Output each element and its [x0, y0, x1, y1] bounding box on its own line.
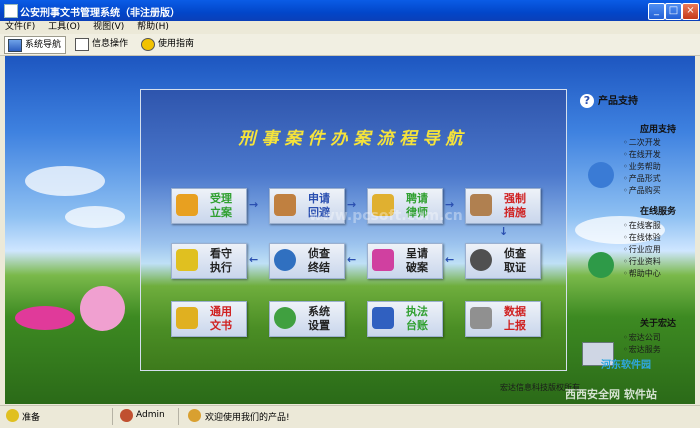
nav-button-label: 侦查 取证 [504, 247, 526, 274]
link-online-trial[interactable]: 在线体验 [623, 232, 661, 243]
nav-button-data-report[interactable]: 数据 上报 [465, 301, 541, 337]
link-product-form[interactable]: 产品形式 [623, 173, 661, 184]
flow-arrow: ← [249, 253, 259, 266]
nav-panel: 刑事案件办案流程导航 受理 立案 → 申请 回避 → 聘请 律师 → 强制 措施… [140, 89, 567, 371]
music-note-icon [372, 249, 394, 271]
minimize-button[interactable]: _ [648, 3, 665, 20]
status-separator [112, 408, 113, 425]
status-separator [178, 408, 179, 425]
flow-arrow: ← [445, 253, 455, 266]
main-area: 刑事案件办案流程导航 受理 立案 → 申请 回避 → 聘请 律师 → 强制 措施… [5, 56, 695, 404]
nav-button-label: 数据 上报 [504, 305, 526, 332]
flower-decoration [80, 286, 125, 331]
section-app-support: 应用支持 [640, 125, 677, 135]
flow-arrow: → [249, 198, 259, 211]
refresh-arrow-icon [588, 162, 614, 188]
link-company[interactable]: 宏达公司 [623, 332, 661, 343]
nav-icon [8, 39, 22, 52]
sidebar-title: ? 产品支持 [580, 92, 690, 108]
tab-bar: 系统导航 信息操作 使用指南 [0, 34, 700, 56]
globe-icon [588, 252, 614, 278]
section-about: 关于宏达 [640, 319, 677, 329]
tab-label: 系统导航 [25, 40, 62, 50]
gears-icon [274, 307, 296, 329]
title-bar: 公安刑事文书管理系统（非注册版） _ □ × [0, 0, 700, 21]
menu-file[interactable]: 文件(F) [0, 21, 40, 34]
status-bar: 准备 Admin 欢迎使用我们的产品! [0, 405, 700, 428]
info-bulb-icon [188, 409, 201, 422]
info-icon [75, 38, 89, 51]
nav-button-accept-case[interactable]: 受理 立案 [171, 188, 247, 224]
close-button[interactable]: × [682, 3, 699, 20]
user-icon [120, 409, 133, 422]
tab-label: 信息操作 [92, 39, 129, 49]
watermark: 河东软件园 [601, 360, 651, 371]
sidebar-title-label: 产品支持 [598, 96, 638, 107]
flow-arrow: ← [347, 253, 357, 266]
link-help-center[interactable]: 帮助中心 [623, 268, 661, 279]
magnifier-icon [470, 249, 492, 271]
nav-button-coercive-measures[interactable]: 强制 措施 [465, 188, 541, 224]
question-icon: ? [580, 94, 594, 108]
nav-button-system-settings[interactable]: 系统 设置 [269, 301, 345, 337]
flow-arrow: ↓ [499, 225, 509, 238]
link-business-help[interactable]: 业务帮助 [623, 161, 661, 172]
nav-button-law-ledger[interactable]: 执法 台账 [367, 301, 443, 337]
menu-help[interactable]: 帮助(H) [132, 21, 174, 34]
nav-button-evidence-collection[interactable]: 侦查 取证 [465, 243, 541, 279]
link-secondary-dev[interactable]: 二次开发 [623, 137, 661, 148]
menu-view[interactable]: 视图(V) [88, 21, 129, 34]
link-online-support[interactable]: 在线客服 [623, 220, 661, 231]
maximize-button[interactable]: □ [665, 3, 682, 20]
help-icon [141, 38, 155, 51]
nav-button-general-docs[interactable]: 通用 文书 [171, 301, 247, 337]
app-icon [4, 4, 18, 18]
nav-button-label: 呈请 破案 [406, 247, 428, 274]
cloud [65, 206, 125, 228]
section-online-service: 在线服务 [640, 207, 677, 217]
ready-icon [6, 409, 19, 422]
nav-button-label: 看守 执行 [210, 247, 232, 274]
nav-button-label: 执法 台账 [406, 305, 428, 332]
server-icon [470, 307, 492, 329]
link-product-buy[interactable]: 产品购买 [623, 185, 661, 196]
nav-button-label: 系统 设置 [308, 305, 330, 332]
file-accept-icon [176, 194, 198, 216]
warning-sign-icon [176, 249, 198, 271]
nav-button-label: 强制 措施 [504, 192, 526, 219]
menu-bar: 文件(F) 工具(O) 视图(V) 帮助(H) [0, 21, 700, 34]
tab-info-ops[interactable]: 信息操作 [72, 36, 132, 52]
link-online-dev[interactable]: 在线开发 [623, 149, 661, 160]
menu-tools[interactable]: 工具(O) [43, 21, 85, 34]
nav-title: 刑事案件办案流程导航 [238, 129, 469, 149]
tab-system-nav[interactable]: 系统导航 [4, 36, 67, 54]
nav-button-label: 通用 文书 [210, 305, 232, 332]
nav-button-label: 受理 立案 [210, 192, 232, 219]
tab-guide[interactable]: 使用指南 [138, 36, 198, 52]
folders-icon [176, 307, 198, 329]
link-industry-materials[interactable]: 行业资料 [623, 256, 661, 267]
tab-label: 使用指南 [158, 39, 195, 49]
nav-button-investigation-end[interactable]: 侦查 终结 [269, 243, 345, 279]
status-message: 欢迎使用我们的产品! [205, 413, 290, 423]
books-icon [372, 307, 394, 329]
status-ready: 准备 [22, 413, 41, 423]
lamp-icon [470, 194, 492, 216]
nav-button-label: 侦查 终结 [308, 247, 330, 274]
link-company-service[interactable]: 宏达服务 [623, 344, 661, 355]
window-title: 公安刑事文书管理系统（非注册版） [20, 8, 180, 19]
globe-icon [274, 249, 296, 271]
walking-person-icon [274, 194, 296, 216]
cloud [25, 166, 105, 196]
nav-button-request-solve[interactable]: 呈请 破案 [367, 243, 443, 279]
status-user: Admin [136, 410, 165, 420]
link-industry-apps[interactable]: 行业应用 [623, 244, 661, 255]
nav-button-custody-execution[interactable]: 看守 执行 [171, 243, 247, 279]
watermark: 西西安全网 软件站 [565, 388, 657, 401]
flower-decoration [15, 306, 75, 330]
watermark: www.pcsoft.com.cn [309, 208, 463, 224]
